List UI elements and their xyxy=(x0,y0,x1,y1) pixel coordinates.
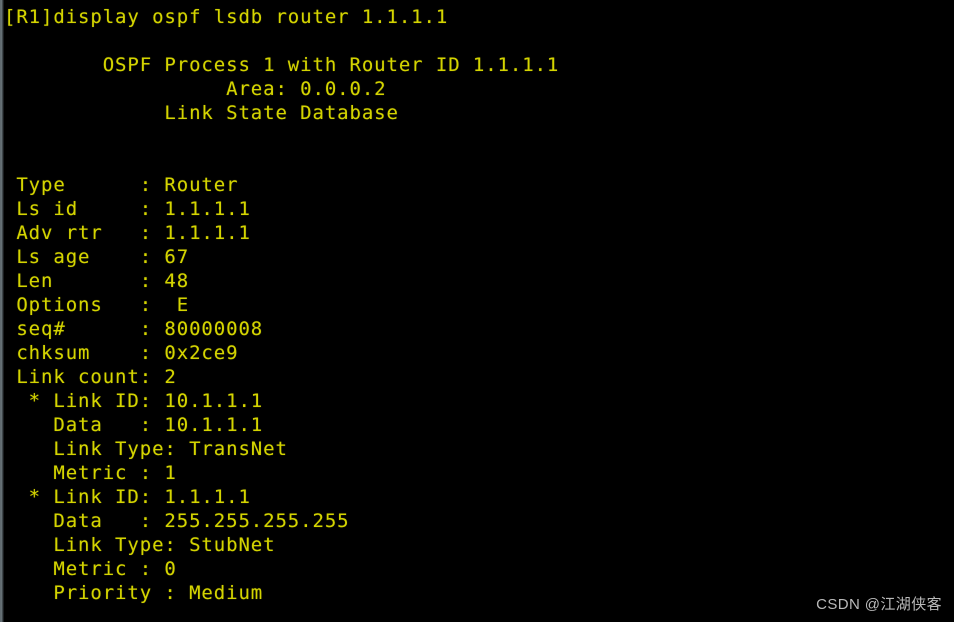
terminal-line-link2-metric: Metric : 0 xyxy=(4,558,177,580)
terminal-line-field-ls-id: Ls id : 1.1.1.1 xyxy=(4,198,251,220)
terminal-line-prompt: [R1]display ospf lsdb router 1.1.1.1 xyxy=(4,6,449,28)
terminal-line-field-ls-age: Ls age : 67 xyxy=(4,246,190,268)
terminal-window: [R1]display ospf lsdb router 1.1.1.1 OSP… xyxy=(0,0,954,622)
terminal-line-link1-data: Data : 10.1.1.1 xyxy=(4,414,264,436)
terminal-line-link2-type: Link Type: StubNet xyxy=(4,534,276,556)
terminal-line-link2-data: Data : 255.255.255.255 xyxy=(4,510,350,532)
terminal-line-area: Area: 0.0.0.2 xyxy=(4,78,387,100)
terminal-line-link1-metric: Metric : 1 xyxy=(4,462,177,484)
terminal-line-field-type: Type : Router xyxy=(4,174,239,196)
terminal-screen[interactable]: [R1]display ospf lsdb router 1.1.1.1 OSP… xyxy=(4,0,954,622)
terminal-line-link2-id: * Link ID: 1.1.1.1 xyxy=(4,486,251,508)
terminal-line-field-options: Options : E xyxy=(4,294,190,316)
terminal-line-field-len: Len : 48 xyxy=(4,270,190,292)
terminal-line-link1-type: Link Type: TransNet xyxy=(4,438,288,460)
csdn-watermark: CSDN @江湖侠客 xyxy=(816,596,942,613)
terminal-line-link2-priority: Priority : Medium xyxy=(4,582,264,604)
terminal-line-ospf-process: OSPF Process 1 with Router ID 1.1.1.1 xyxy=(4,54,560,76)
terminal-line-field-link-count: Link count: 2 xyxy=(4,366,177,388)
terminal-line-field-chksum: chksum : 0x2ce9 xyxy=(4,342,239,364)
terminal-line-field-adv-rtr: Adv rtr : 1.1.1.1 xyxy=(4,222,251,244)
terminal-line-field-seq: seq# : 80000008 xyxy=(4,318,264,340)
terminal-line-lsdb-title: Link State Database xyxy=(4,102,399,124)
terminal-line-link1-id: * Link ID: 10.1.1.1 xyxy=(4,390,264,412)
